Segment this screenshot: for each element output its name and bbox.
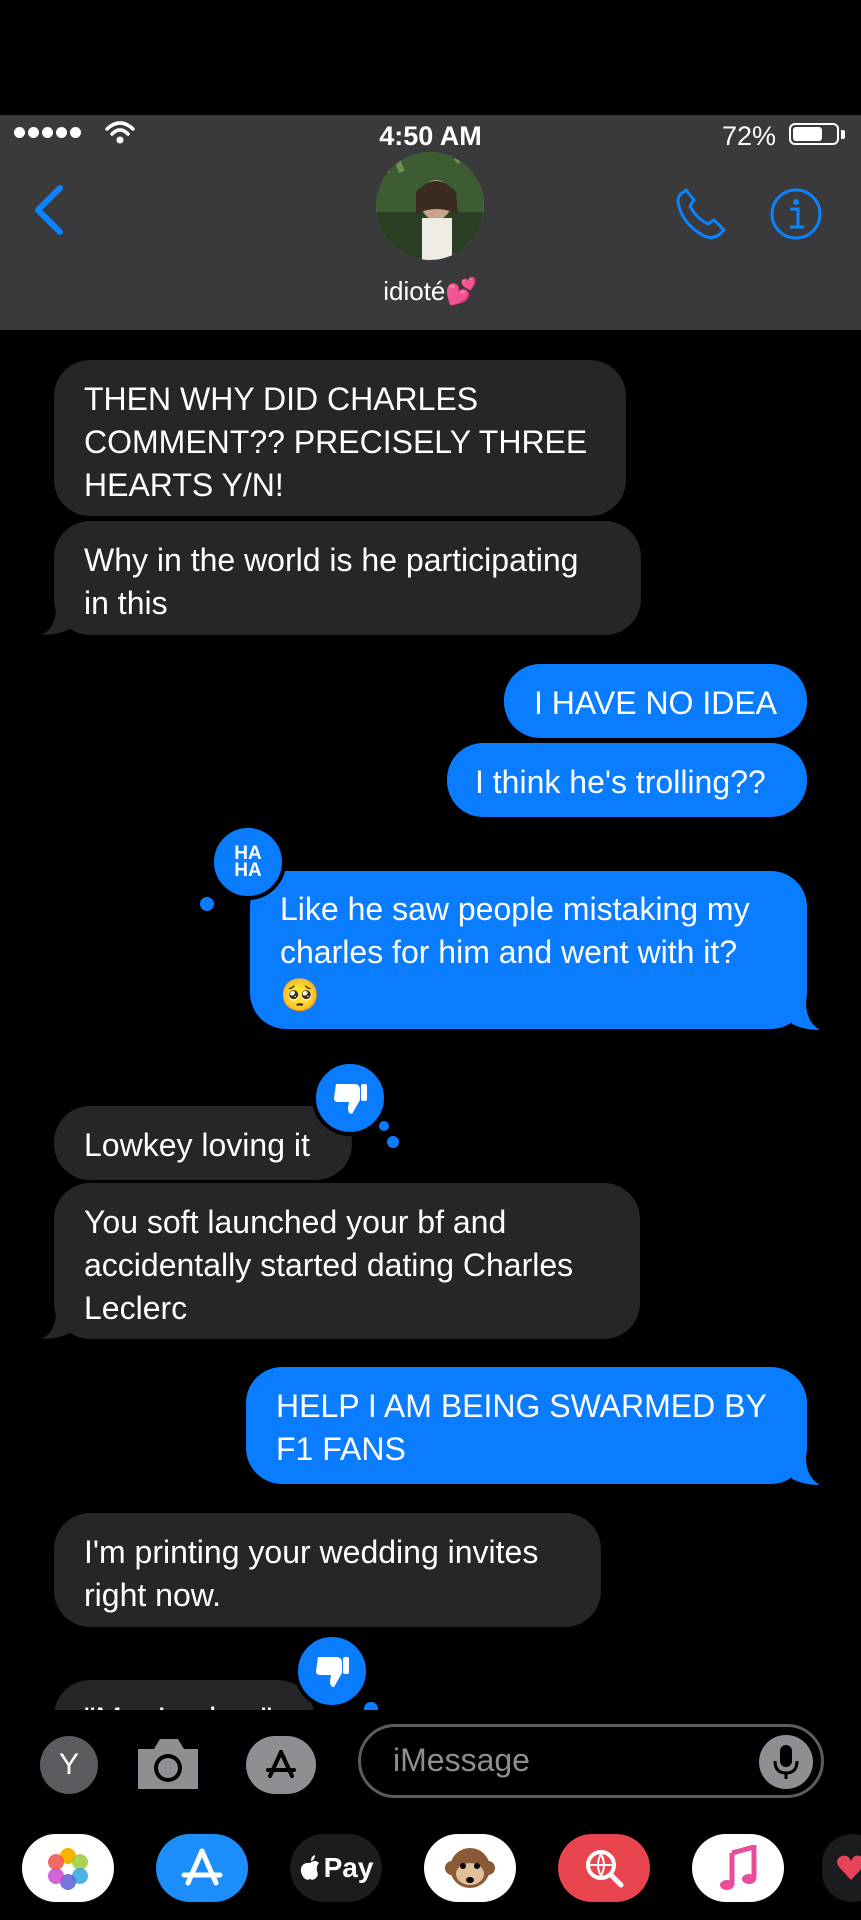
top-black-band	[0, 0, 861, 115]
app-drawer: Pay	[0, 1820, 861, 1920]
message-bubble-incoming[interactable]: THEN WHY DID CHARLES COMMENT?? PRECISELY…	[54, 360, 626, 516]
message-bubble-outgoing[interactable]: Like he saw people mistaking my charles …	[250, 871, 807, 1029]
chevron-left-icon[interactable]	[30, 180, 70, 240]
app-shortcut-label: Y	[58, 1748, 79, 1781]
bubble-tail	[42, 1311, 70, 1339]
avatar-photo	[376, 152, 484, 260]
phone-icon[interactable]	[672, 186, 730, 244]
thumbs-down-tapback[interactable]	[294, 1633, 370, 1709]
app-store-icon	[266, 1750, 296, 1778]
bubble-tail	[792, 1457, 820, 1485]
battery-nub	[841, 130, 845, 139]
message-bubble-outgoing[interactable]: I think he's trolling??	[447, 743, 807, 817]
haha-tapback[interactable]: HA HA	[210, 824, 286, 900]
tapback-dot	[387, 1136, 399, 1148]
message-bubble-incoming[interactable]: You soft launched your bf and accidental…	[54, 1183, 640, 1339]
photos-app-icon[interactable]	[22, 1834, 114, 1902]
imessage-field[interactable]	[391, 1741, 735, 1780]
app-store-button[interactable]	[246, 1736, 316, 1794]
info-icon[interactable]	[768, 186, 824, 242]
contact-name[interactable]: idioté💕	[0, 276, 861, 307]
app-store-app-icon[interactable]	[156, 1834, 248, 1902]
haha-icon: HA HA	[234, 843, 262, 881]
contact-avatar[interactable]	[376, 152, 484, 260]
message-bubble-incoming[interactable]: Lowkey loving it	[54, 1106, 352, 1180]
message-bubble-incoming[interactable]: Why in the world is he participating in …	[54, 521, 641, 635]
thumbs-down-icon	[334, 1084, 367, 1114]
microphone-icon[interactable]	[759, 1735, 813, 1789]
apple-pay-label: Pay	[323, 1852, 374, 1883]
battery-percentage: 72%	[721, 121, 776, 151]
tapback-dot	[200, 897, 214, 911]
message-clip: "Mrs Leclerc"	[0, 1660, 861, 1710]
tapback-dot	[376, 1118, 392, 1134]
camera-icon[interactable]	[134, 1735, 202, 1793]
animoji-app-icon[interactable]	[424, 1834, 516, 1902]
apple-logo-icon	[300, 1855, 319, 1880]
status-bar: 4:50 AM 72%	[0, 115, 861, 155]
message-bubble-outgoing[interactable]: HELP I AM BEING SWARMED BY F1 FANS	[246, 1367, 807, 1484]
heart-app-icon[interactable]	[822, 1834, 861, 1902]
bubble-tail	[792, 1002, 820, 1030]
images-search-app-icon[interactable]	[558, 1834, 650, 1902]
tapback-dot	[364, 1702, 378, 1710]
message-input[interactable]	[358, 1724, 824, 1798]
music-app-icon[interactable]	[692, 1834, 784, 1902]
apple-pay-app-icon[interactable]: Pay	[290, 1834, 382, 1902]
thumbs-down-icon	[316, 1657, 349, 1687]
battery-icon	[789, 123, 839, 145]
app-shortcut-button[interactable]: Y	[40, 1736, 98, 1794]
message-bubble-incoming[interactable]: "Mrs Leclerc"	[54, 1680, 314, 1710]
bubble-tail	[42, 607, 70, 635]
message-bubble-incoming[interactable]: I'm printing your wedding invites right …	[54, 1513, 601, 1627]
message-bubble-outgoing[interactable]: I HAVE NO IDEA	[504, 664, 807, 738]
